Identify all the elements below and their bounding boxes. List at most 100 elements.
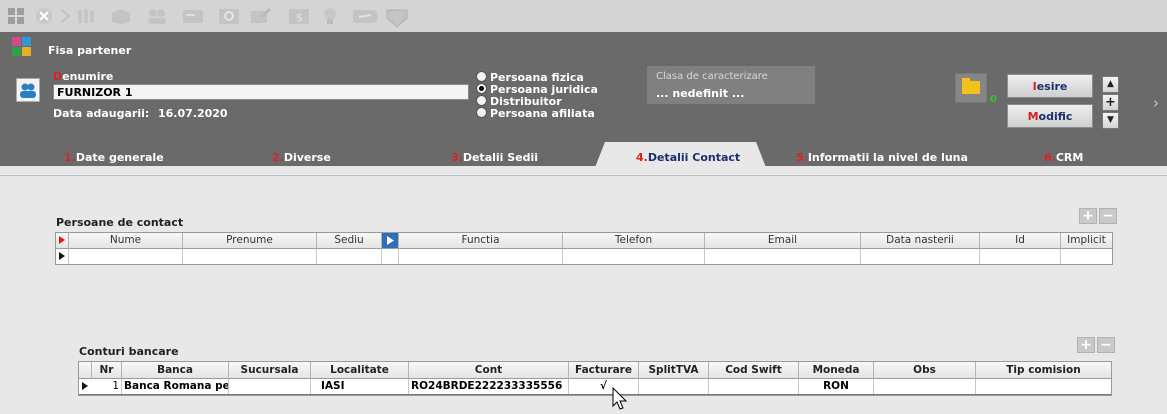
tab-diverse[interactable]: 2.Diverse: [272, 151, 331, 164]
data-adaugarii-value: 16.07.2020: [158, 107, 228, 120]
col-facturare[interactable]: Facturare: [569, 362, 639, 379]
data-adaugarii-label: Data adaugarii:: [53, 107, 150, 120]
grid-cell[interactable]: [399, 249, 563, 264]
lightbulb-icon[interactable]: [320, 7, 340, 25]
grid-cell[interactable]: [861, 249, 980, 264]
nav-down-button[interactable]: ▼: [1102, 112, 1119, 129]
dollar-icon[interactable]: $: [288, 7, 309, 25]
refresh-icon[interactable]: [218, 7, 239, 25]
col-localitate[interactable]: Localitate: [311, 362, 409, 379]
col-telefon[interactable]: Telefon: [563, 233, 705, 249]
cell-tip-comision[interactable]: [976, 379, 1111, 394]
form-title: Fisa partener: [48, 44, 132, 57]
grid-row-selector-header: [56, 233, 69, 249]
col-tip-comision[interactable]: Tip comision: [976, 362, 1111, 379]
radio-persoana-afiliata[interactable]: Persoana afiliata: [476, 107, 595, 120]
users-icon[interactable]: [146, 7, 166, 25]
col-banca[interactable]: Banca: [122, 362, 229, 379]
denumire-label: Denumire: [53, 70, 114, 83]
col-implicit[interactable]: Implicit: [1061, 233, 1112, 249]
mouse-cursor-icon: [612, 386, 630, 411]
grid-cell[interactable]: [382, 249, 399, 264]
tab-crm[interactable]: 6.CRM: [1044, 151, 1083, 164]
app-logo-icon: [12, 37, 32, 57]
radio-button-icon[interactable]: [476, 95, 487, 106]
col-nume[interactable]: Nume: [69, 233, 183, 249]
col-moneda[interactable]: Moneda: [799, 362, 874, 379]
grid-cell[interactable]: [705, 249, 861, 264]
chevron-right-icon[interactable]: [56, 7, 76, 25]
documents-count: 0: [990, 94, 997, 105]
col-nr[interactable]: Nr: [92, 362, 122, 379]
card-icon[interactable]: [182, 7, 203, 25]
contacts-grid[interactable]: Nume Prenume Sediu Functia Telefon Email…: [55, 232, 1113, 265]
partner-icon: [16, 78, 40, 102]
top-toolbar: $: [0, 0, 1167, 32]
radio-button-selected-icon[interactable]: [476, 83, 487, 94]
cell-nr[interactable]: 1: [92, 379, 122, 394]
iesire-button[interactable]: Iesire: [1007, 74, 1093, 98]
grid-cell[interactable]: [563, 249, 705, 264]
radio-button-icon[interactable]: [476, 107, 487, 118]
grid-cell[interactable]: [69, 249, 183, 264]
sediu-lookup-icon[interactable]: [382, 233, 399, 249]
col-prenume[interactable]: Prenume: [183, 233, 317, 249]
radio-button-icon[interactable]: [476, 71, 487, 82]
nav-up-button[interactable]: ▲: [1102, 76, 1119, 93]
grid-cell[interactable]: [183, 249, 317, 264]
col-id[interactable]: Id: [980, 233, 1061, 249]
books-icon[interactable]: [76, 7, 96, 25]
tab-date-generale[interactable]: 1.Date generale: [64, 151, 164, 164]
cell-cod-swift[interactable]: [709, 379, 799, 394]
add-contact-button[interactable]: +: [1079, 208, 1097, 224]
cell-moneda[interactable]: RON: [799, 379, 874, 394]
content-divider: [0, 175, 1167, 176]
col-email[interactable]: Email: [705, 233, 861, 249]
row-divider: [79, 394, 1111, 395]
modific-button[interactable]: Modific: [1007, 104, 1093, 128]
cell-cont[interactable]: RO24BRDE222233335556: [409, 379, 569, 394]
col-data-nasterii[interactable]: Data nasterii: [861, 233, 980, 249]
grid-cell[interactable]: [317, 249, 382, 264]
col-functia[interactable]: Functia: [399, 233, 563, 249]
tab-detalii-sedii[interactable]: 3.Detalii Sedii: [451, 151, 538, 164]
radio-persoana-juridica[interactable]: Persoana juridica: [476, 83, 598, 96]
radio-persoana-fizica[interactable]: Persoana fizica: [476, 71, 584, 84]
folder-icon: [962, 81, 980, 94]
tab-informatii-luna[interactable]: 5.Informatii la nivel de luna: [796, 151, 968, 164]
edit-icon[interactable]: [250, 7, 272, 25]
clasa-caracterizare-value: ... nedefinit ...: [656, 87, 745, 100]
col-sucursala[interactable]: Sucursala: [229, 362, 311, 379]
radio-distribuitor[interactable]: Distribuitor: [476, 95, 562, 108]
tab-detalii-contact[interactable]: 4.Detalii Contact: [636, 151, 740, 164]
cell-localitate[interactable]: IASI: [311, 379, 409, 394]
cell-splittva[interactable]: [639, 379, 709, 394]
grid-cell[interactable]: [1061, 249, 1112, 264]
bank-section-title: Conturi bancare: [79, 345, 179, 358]
add-bank-account-button[interactable]: +: [1077, 337, 1095, 353]
col-obs[interactable]: Obs: [874, 362, 976, 379]
grid-icon[interactable]: [6, 7, 26, 25]
col-splittva[interactable]: SplitTVA: [639, 362, 709, 379]
grid-row-selector-header: [79, 362, 92, 379]
cell-sucursala[interactable]: [229, 379, 311, 394]
remove-contact-button[interactable]: −: [1099, 208, 1117, 224]
chevron-right-icon[interactable]: ›: [1153, 94, 1159, 112]
col-cod-swift[interactable]: Cod Swift: [709, 362, 799, 379]
col-cont[interactable]: Cont: [409, 362, 569, 379]
remove-bank-account-button[interactable]: −: [1097, 337, 1115, 353]
cell-obs[interactable]: [874, 379, 976, 394]
col-sediu[interactable]: Sediu: [317, 233, 382, 249]
grid-cell[interactable]: [980, 249, 1061, 264]
shield-icon[interactable]: [384, 7, 408, 28]
bank-accounts-grid[interactable]: Nr Banca Sucursala Localitate Cont Factu…: [78, 361, 1112, 396]
denumire-field[interactable]: FURNIZOR 1: [53, 84, 469, 100]
row-pointer-icon: [79, 379, 92, 394]
svg-text:$: $: [296, 11, 303, 24]
link-icon[interactable]: [352, 7, 377, 25]
row-pointer-icon: [56, 249, 69, 264]
box-icon[interactable]: [110, 7, 130, 25]
cell-banca[interactable]: Banca Romana pen: [122, 379, 229, 394]
close-icon[interactable]: [34, 7, 54, 25]
nav-add-button[interactable]: +: [1102, 94, 1119, 111]
